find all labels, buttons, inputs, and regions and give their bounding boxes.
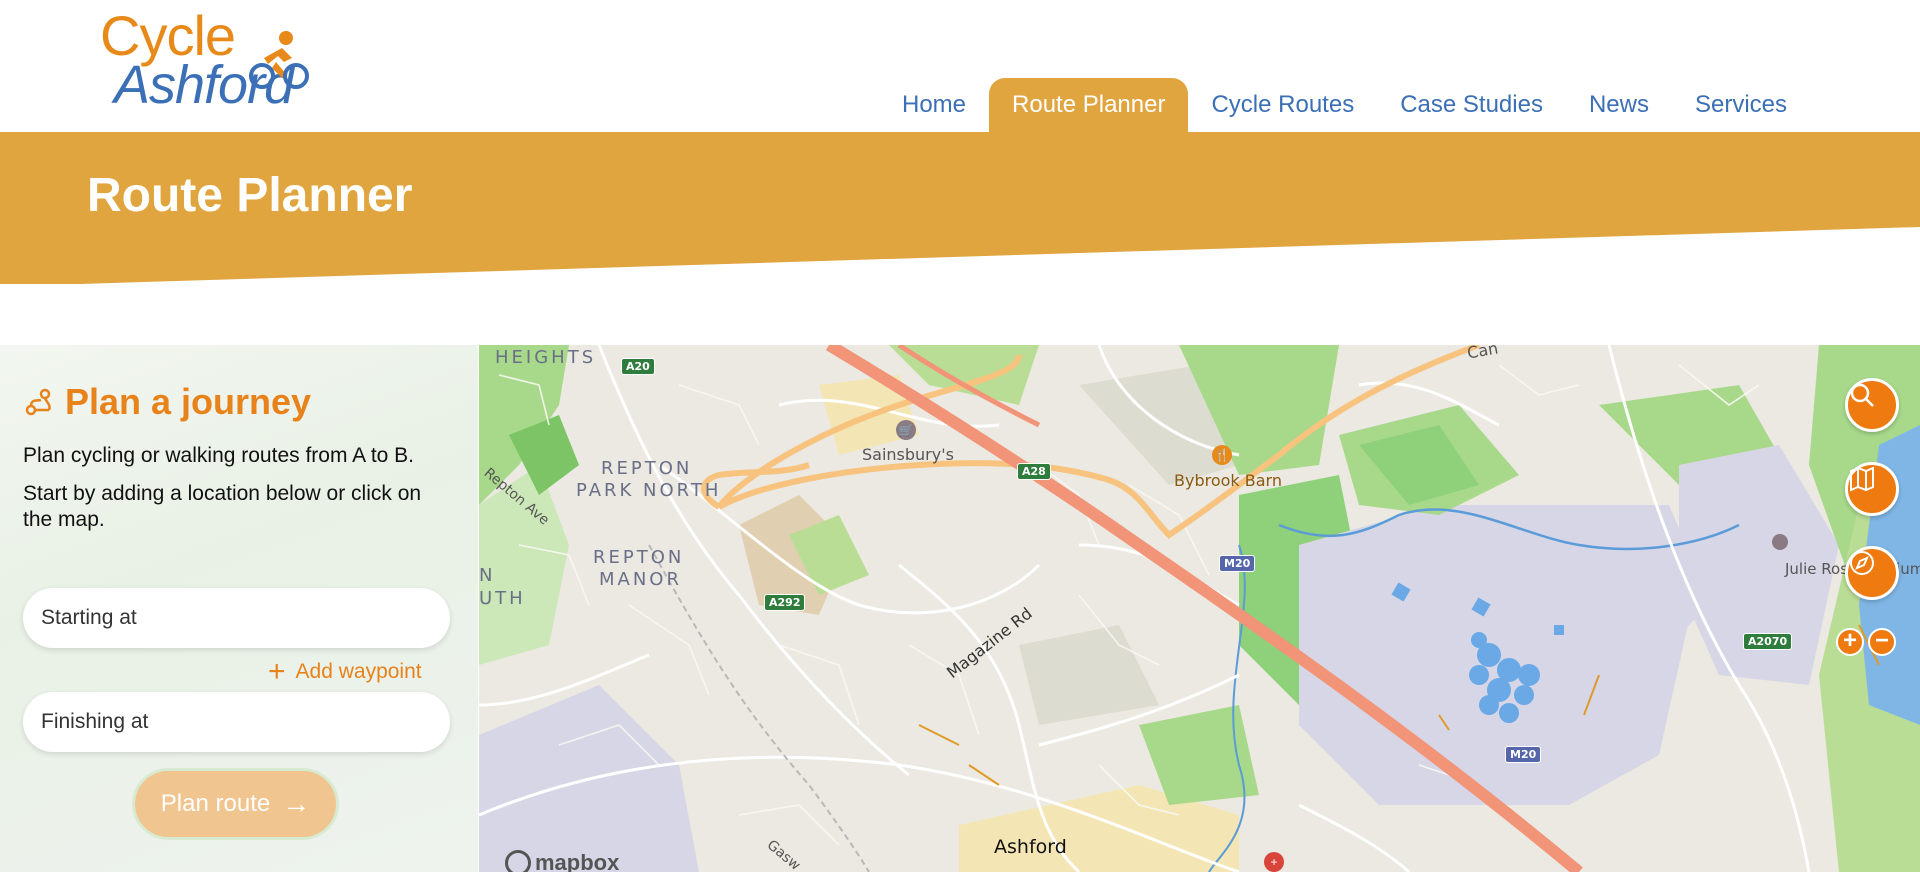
panel-header: Plan a journey: [23, 381, 311, 423]
plus-icon: +: [268, 655, 286, 688]
road-shield-m20-bottom: M20: [1505, 746, 1542, 763]
route-icon: [25, 388, 51, 416]
mapbox-logo-icon: [505, 850, 531, 872]
page-title: Route Planner: [87, 169, 413, 222]
nav-cycle-routes[interactable]: Cycle Routes: [1188, 78, 1377, 132]
finishing-at-input[interactable]: [23, 692, 450, 752]
plan-route-button[interactable]: Plan route →: [135, 771, 336, 837]
map-label-sainsburys: Sainsbury's: [862, 445, 954, 464]
panel-title: Plan a journey: [65, 381, 312, 422]
nav-news[interactable]: News: [1566, 78, 1672, 132]
map-search-button[interactable]: [1845, 378, 1899, 432]
intro-text: Plan cycling or walking routes from A to…: [23, 444, 415, 467]
map-label-bybrook-barn: Bybrook Barn: [1174, 471, 1282, 490]
map-layers-icon: [1850, 466, 1874, 492]
starting-at-input[interactable]: [23, 588, 450, 648]
instruction-text: Start by adding a location below or clic…: [23, 482, 422, 531]
map-label-repton-park-north-1: REPTON: [601, 458, 693, 479]
map-label-uth: UTH: [479, 588, 526, 609]
add-waypoint-label: Add waypoint: [295, 660, 422, 683]
map-label-ashford: Ashford: [994, 836, 1067, 858]
stadium-icon[interactable]: [1772, 534, 1788, 550]
nav-services[interactable]: Services: [1672, 78, 1810, 132]
site-header: Cycle Ashford Home Route Planner Cycle R…: [0, 0, 1920, 132]
nav-route-planner[interactable]: Route Planner: [989, 78, 1189, 132]
search-icon: [1850, 383, 1874, 407]
map-base: [479, 345, 1920, 872]
arrow-right-icon: →: [282, 788, 311, 819]
compass-icon: [1850, 551, 1874, 575]
map-label-n: N: [479, 565, 496, 586]
road-shield-a292: A292: [764, 594, 806, 611]
journey-planner-panel: Plan a journey Plan cycling or walking r…: [0, 345, 478, 872]
map-label-repton-park-north-2: PARK NORTH: [576, 480, 722, 501]
road-shield-a2070: A2070: [1743, 633, 1793, 650]
nav-case-studies[interactable]: Case Studies: [1377, 78, 1566, 132]
zoom-out-button[interactable]: −: [1868, 628, 1896, 656]
map-canvas[interactable]: HEIGHTS REPTON PARK NORTH REPTON MANOR N…: [479, 345, 1920, 872]
cyclist-icon: [249, 31, 309, 89]
restaurant-icon[interactable]: 🍴: [1212, 445, 1232, 465]
road-shield-a20: A20: [621, 358, 655, 375]
page-banner: Route Planner: [0, 132, 1920, 287]
road-shield-m20-top: M20: [1219, 555, 1256, 572]
map-label-repton-manor-2: MANOR: [599, 569, 682, 590]
zoom-in-button[interactable]: +: [1836, 628, 1864, 656]
road-shield-a28: A28: [1017, 463, 1051, 480]
map-layers-button[interactable]: [1845, 462, 1899, 516]
mapbox-label: mapbox: [535, 850, 620, 872]
mapbox-attribution[interactable]: mapbox: [505, 850, 619, 872]
cycle-ashford-logo[interactable]: Cycle Ashford: [100, 6, 310, 114]
map-label-repton-manor-1: REPTON: [593, 547, 685, 568]
add-waypoint-button[interactable]: + Add waypoint: [268, 655, 422, 688]
shopping-cart-icon[interactable]: 🛒: [896, 420, 916, 440]
plan-route-label: Plan route: [160, 790, 271, 817]
map-compass-button[interactable]: [1845, 546, 1899, 600]
hospital-icon[interactable]: +: [1264, 852, 1284, 872]
map-label-heights: HEIGHTS: [495, 347, 597, 368]
nav-home[interactable]: Home: [879, 78, 989, 132]
main-nav: Home Route Planner Cycle Routes Case Stu…: [879, 78, 1920, 132]
